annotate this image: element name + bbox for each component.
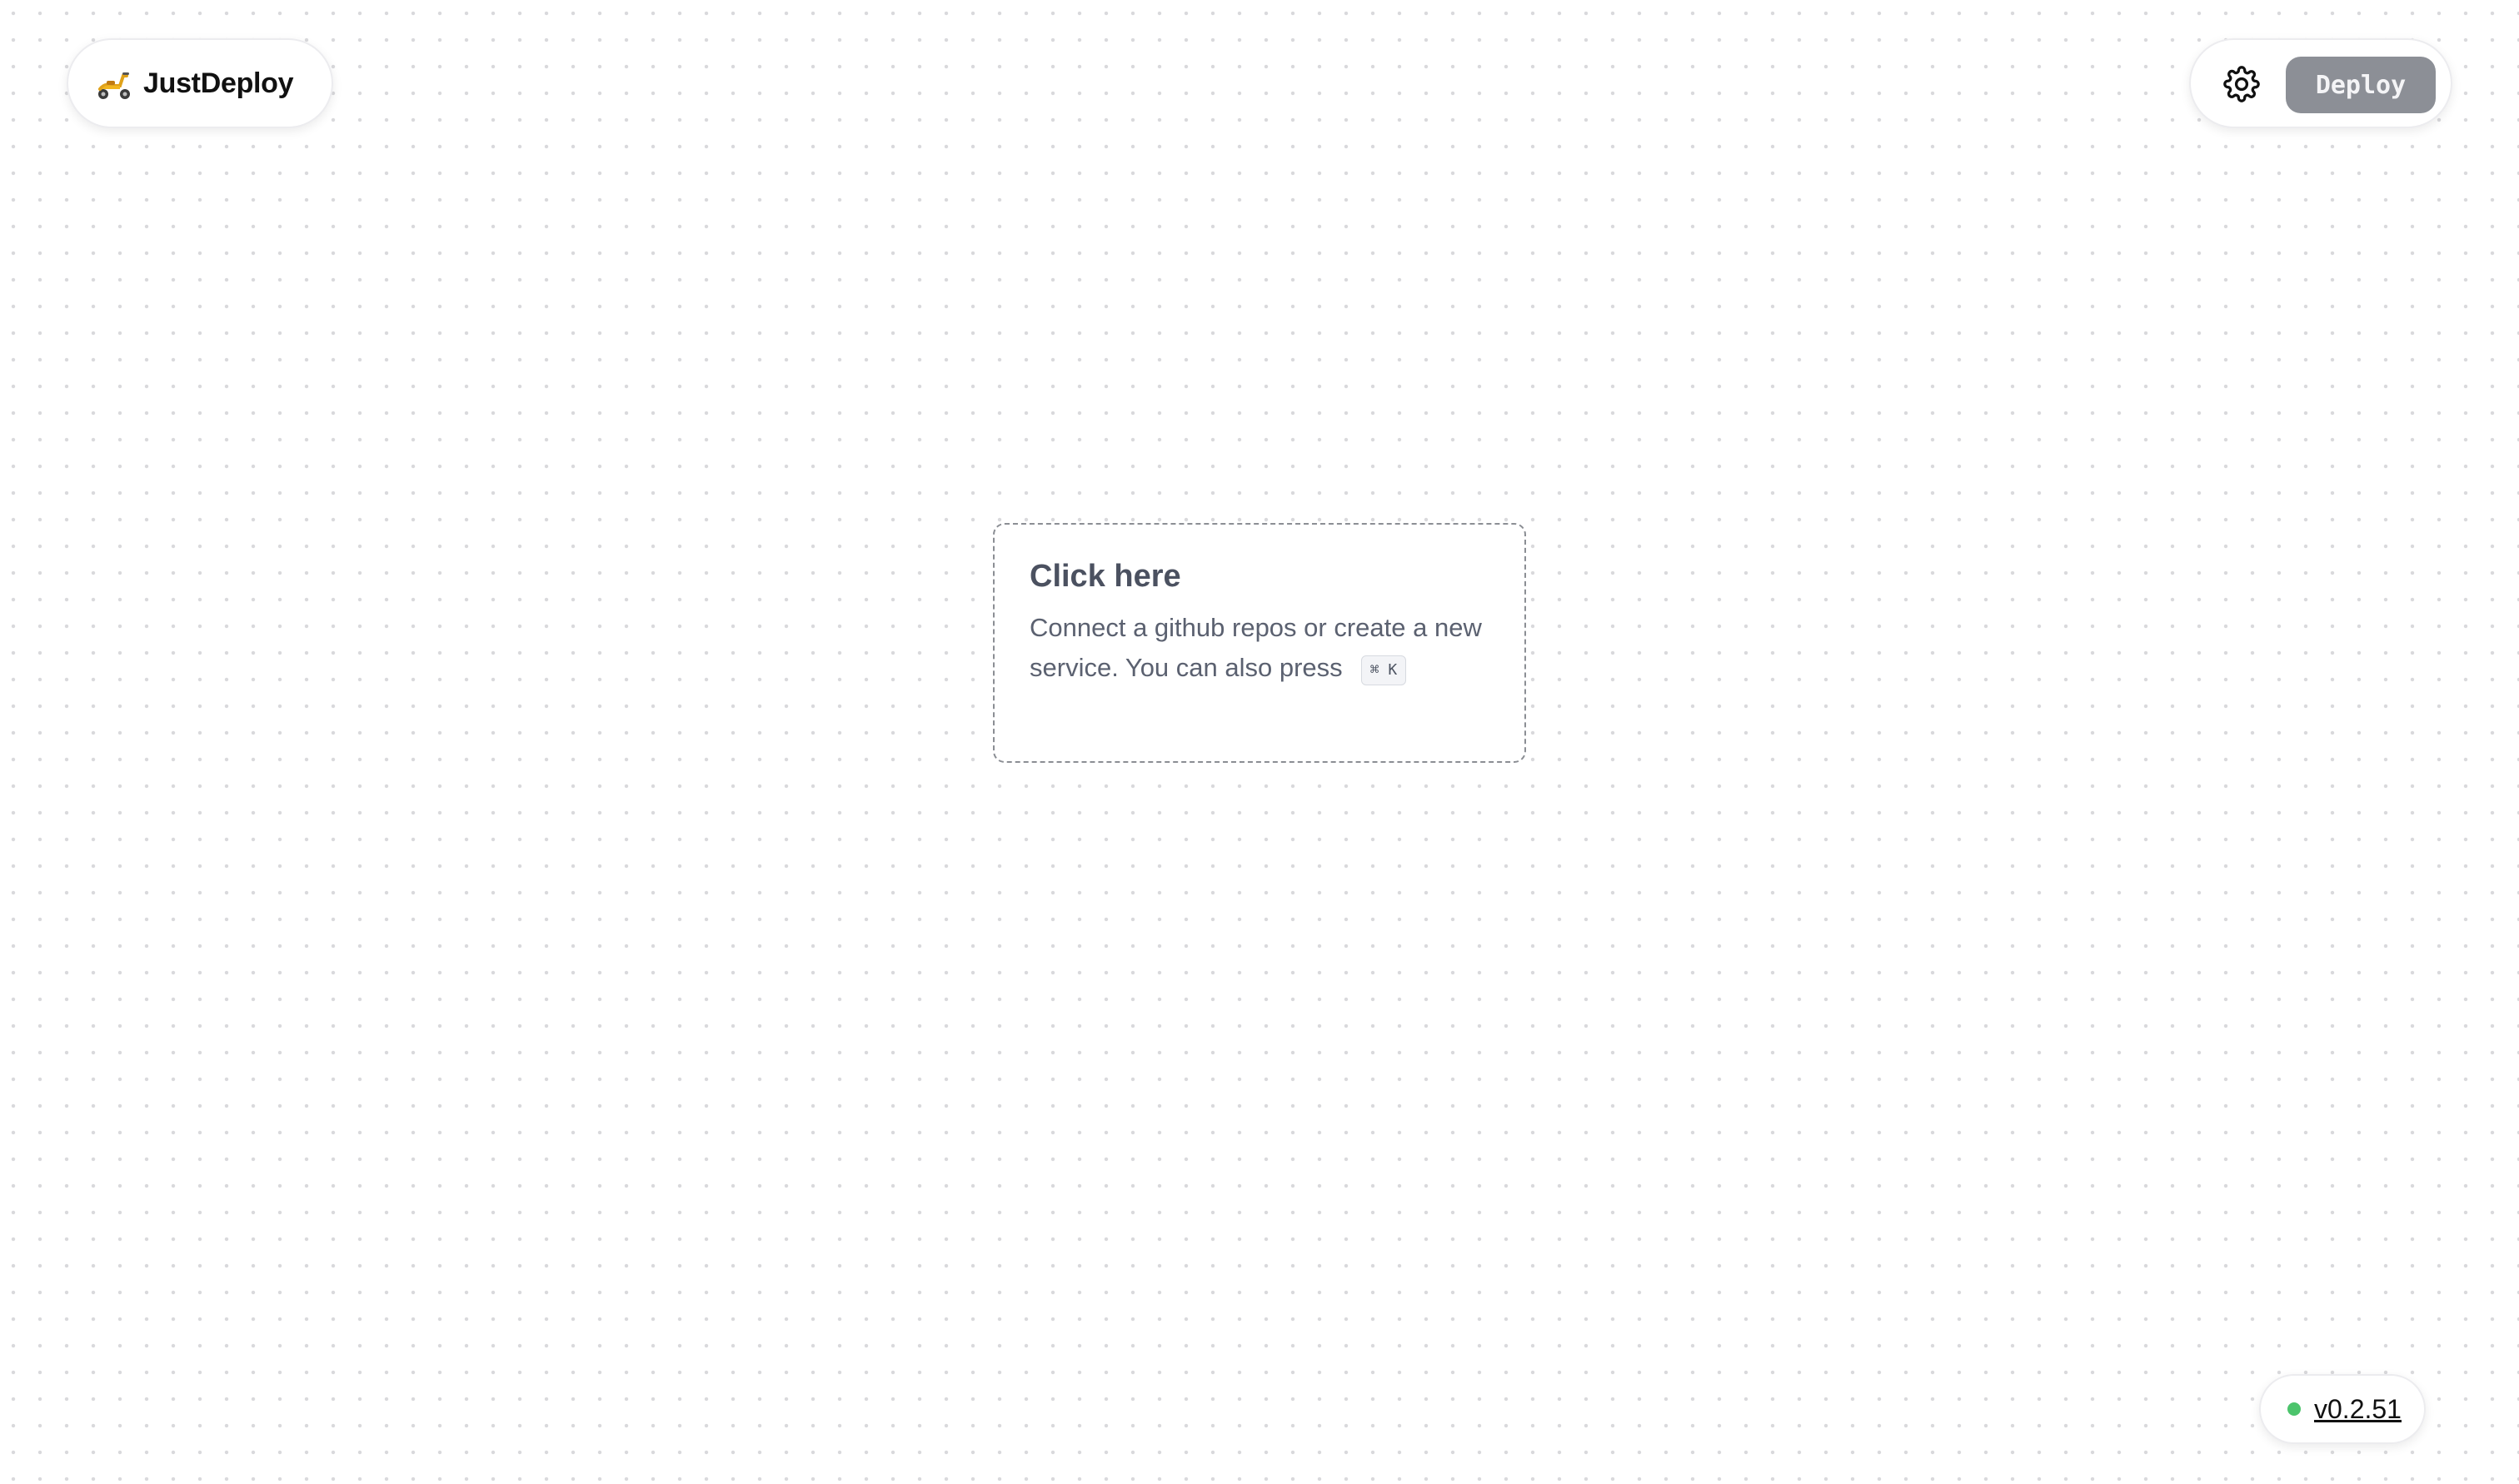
add-service-card[interactable]: Click here Connect a github repos or cre… — [993, 523, 1526, 763]
card-description-text: Connect a github repos or create a new s… — [1030, 612, 1482, 682]
shortcut-kbd: ⌘ K — [1360, 655, 1407, 685]
gear-icon[interactable] — [2221, 63, 2262, 105]
brand-pill[interactable]: JustDeploy — [67, 38, 333, 128]
status-dot-icon — [2287, 1402, 2301, 1416]
version-link[interactable]: v0.2.51 — [2314, 1394, 2402, 1425]
deploy-button[interactable]: Deploy — [2286, 57, 2436, 113]
scooter-icon — [95, 64, 133, 102]
card-description: Connect a github repos or create a new s… — [1030, 608, 1491, 688]
brand-name: JustDeploy — [143, 67, 294, 99]
toolbar: Deploy — [2189, 38, 2452, 128]
card-title: Click here — [1030, 559, 1181, 594]
version-pill: v0.2.51 — [2259, 1374, 2426, 1444]
